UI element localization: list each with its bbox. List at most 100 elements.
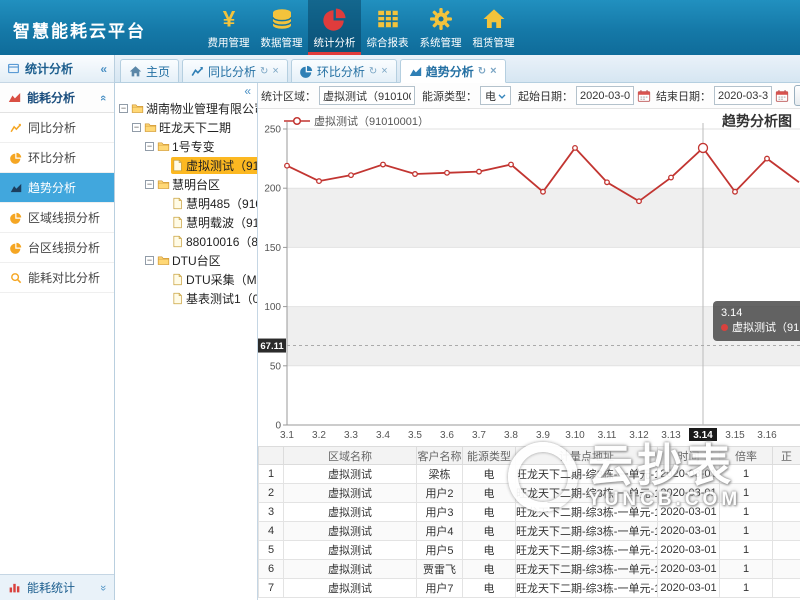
trend-line-chart[interactable]: 0501001502002503.13.23.33.43.53.63.73.83… — [258, 109, 800, 449]
tree-expander-icon[interactable]: − — [145, 142, 154, 151]
tab-close-icon[interactable]: × — [381, 65, 387, 77]
tree-expander-icon[interactable]: − — [145, 180, 154, 189]
chevron-up-icon[interactable]: « — [97, 94, 109, 100]
region-input[interactable] — [319, 86, 415, 105]
tab-3[interactable]: 趋势分析↻× — [400, 59, 506, 83]
tree-node-5[interactable]: 慧明485（91010003） — [115, 194, 257, 213]
energy-type-select[interactable]: 电 — [480, 86, 511, 105]
table-cell: 1 — [720, 522, 773, 541]
end-date-input[interactable] — [714, 86, 772, 105]
tab-refresh-icon[interactable]: ↻ — [260, 66, 268, 77]
tree-expander-icon[interactable]: − — [119, 104, 128, 113]
start-date-label: 起始日期： — [518, 88, 573, 104]
tree-node-9[interactable]: DTU采集（Modbus_D — [115, 270, 257, 289]
report-grid-icon — [376, 7, 400, 31]
tree-expander-icon[interactable]: − — [145, 256, 154, 265]
svg-text:100: 100 — [264, 302, 281, 313]
folder-icon — [131, 102, 144, 115]
nav-item-label: 综合报表 — [367, 35, 409, 50]
svg-text:250: 250 — [264, 125, 281, 136]
tab-refresh-icon[interactable]: ↻ — [369, 66, 377, 77]
table-cell: 旺龙天下二期-综3栋-一单元-1楼 — [516, 541, 658, 560]
table-cell: 2020-03-01 — [658, 560, 720, 579]
table-cell: 用户2 — [417, 484, 463, 503]
tree-node-label: 虚拟测试（91010001） — [186, 157, 258, 174]
table-cell — [773, 465, 800, 484]
svg-text:3.3: 3.3 — [344, 430, 358, 441]
sidebar-item-label: 环比分析 — [28, 149, 76, 166]
tree-node-6[interactable]: 慧明载波（91010004） — [115, 213, 257, 232]
nav-item-4[interactable]: 系统管理 — [414, 0, 467, 52]
table-cell: 虚拟测试 — [284, 484, 417, 503]
tree-node-7[interactable]: 88010016（8801） — [115, 232, 257, 251]
sidebar-item-0[interactable]: 同比分析 — [0, 113, 114, 143]
start-date-input[interactable] — [576, 86, 634, 105]
folder-icon — [157, 140, 170, 153]
tree-node-2[interactable]: − 1号专变 — [115, 137, 257, 156]
table-row-2[interactable]: 3虚拟测试用户3电旺龙天下二期-综3栋-一单元-1楼2020-03-011 — [259, 503, 800, 522]
table-row-4[interactable]: 5虚拟测试用户5电旺龙天下二期-综3栋-一单元-1楼2020-03-011 — [259, 541, 800, 560]
sidebar-item-1[interactable]: 环比分析 — [0, 143, 114, 173]
svg-text:200: 200 — [264, 184, 281, 195]
folder-icon — [144, 121, 157, 134]
table-row-1[interactable]: 2虚拟测试用户2电旺龙天下二期-综3栋-一单元-1楼2020-03-011 — [259, 484, 800, 503]
tree-node-label: 1号专变 — [172, 138, 215, 155]
tree-selection-highlight: 虚拟测试（91010001） — [171, 157, 258, 174]
table-cell: 虚拟测试 — [284, 465, 417, 484]
sidebar-section-energy-analysis[interactable]: 能耗分析 « — [0, 83, 114, 113]
sidebar-footer-energy-stats[interactable]: 能耗统计 » — [0, 574, 114, 600]
tab-0[interactable]: 主页 — [120, 59, 179, 83]
query-button[interactable]: 查询 — [794, 85, 800, 106]
home-icon — [129, 65, 142, 78]
tree-node-8[interactable]: −DTU台区 — [115, 251, 257, 270]
svg-text:3.10: 3.10 — [565, 430, 585, 441]
sidebar-item-4[interactable]: 台区线损分析 — [0, 233, 114, 263]
nav-item-1[interactable]: 数据管理 — [255, 0, 308, 52]
tree-node-1[interactable]: −旺龙天下二期 — [115, 118, 257, 137]
table-cell — [773, 503, 800, 522]
svg-text:50: 50 — [270, 361, 282, 372]
tree-node-3[interactable]: 虚拟测试（91010001） — [115, 156, 257, 175]
app-title: 智慧能耗云平台 — [13, 17, 146, 42]
tree-node-4[interactable]: −慧明台区 — [115, 175, 257, 194]
sidebar-item-label: 趋势分析 — [28, 179, 76, 196]
tree-expander-icon[interactable]: − — [132, 123, 141, 132]
svg-text:3.13: 3.13 — [661, 430, 681, 441]
file-icon — [171, 235, 184, 248]
nav-item-0[interactable]: ¥费用管理 — [202, 0, 255, 52]
table-cell: 2020-03-01 — [658, 465, 720, 484]
tree-node-10[interactable]: 基表测试1（07） — [115, 289, 257, 308]
file-icon — [171, 216, 184, 229]
table-col-header-0 — [259, 447, 284, 465]
table-row-6[interactable]: 7虚拟测试用户7电旺龙天下二期-综3栋-一单元-1楼2020-03-011 — [259, 579, 800, 598]
table-cell: 2020-03-01 — [658, 541, 720, 560]
sidebar-item-2[interactable]: 趋势分析 — [0, 173, 114, 203]
nav-item-label: 数据管理 — [261, 35, 303, 50]
calendar-icon[interactable] — [637, 89, 651, 103]
table-row-0[interactable]: 1虚拟测试梁栋电旺龙天下二期-综3栋-一单元-1楼2020-03-011 — [259, 465, 800, 484]
tree-collapse-icon[interactable]: « — [115, 83, 257, 99]
folder-icon — [157, 178, 170, 191]
table-cell — [773, 484, 800, 503]
tab-close-icon[interactable]: × — [272, 65, 278, 77]
table-row-5[interactable]: 6虚拟测试贾雷飞电旺龙天下二期-综3栋-一单元-1楼2020-03-011 — [259, 560, 800, 579]
tab-refresh-icon[interactable]: ↻ — [478, 66, 486, 77]
nav-item-5[interactable]: 租赁管理 — [467, 0, 520, 52]
sidebar-item-5[interactable]: 能耗对比分析 — [0, 263, 114, 293]
nav-item-2[interactable]: 统计分析 — [308, 0, 361, 55]
top-nav: ¥费用管理数据管理统计分析综合报表系统管理租赁管理 — [202, 0, 520, 55]
tab-close-icon[interactable]: × — [490, 65, 496, 77]
table-col-header-6: 倍率 — [720, 447, 773, 465]
svg-text:3.7: 3.7 — [472, 430, 486, 441]
calendar-icon[interactable] — [775, 89, 789, 103]
tab-2[interactable]: 环比分析↻× — [291, 59, 397, 83]
tab-1[interactable]: 同比分析↻× — [182, 59, 288, 83]
table-cell: 1 — [720, 541, 773, 560]
table-row-3[interactable]: 4虚拟测试用户4电旺龙天下二期-综3栋-一单元-1楼2020-03-011 — [259, 522, 800, 541]
table-cell: 虚拟测试 — [284, 541, 417, 560]
sidebar-collapse-icon[interactable]: « — [100, 62, 107, 76]
nav-item-3[interactable]: 综合报表 — [361, 0, 414, 52]
tree-node-0[interactable]: −湖南物业管理有限公司 — [115, 99, 257, 118]
sidebar-item-3[interactable]: 区域线损分析 — [0, 203, 114, 233]
chevron-down-icon[interactable]: » — [97, 584, 109, 590]
